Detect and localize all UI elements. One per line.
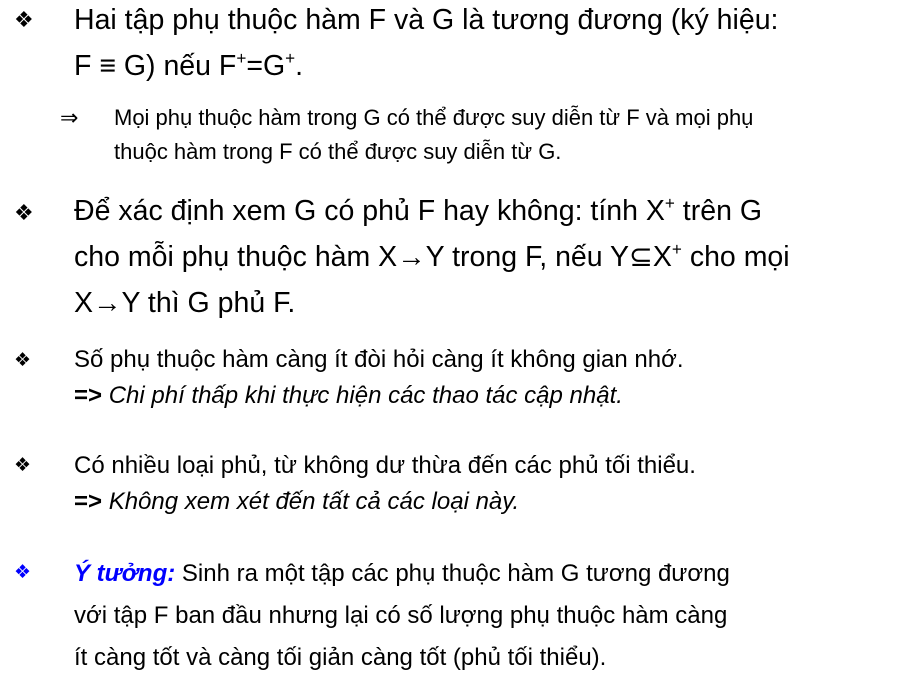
item1-sub-line1: Mọi phụ thuộc hàm trong G có thể được su… — [114, 105, 754, 130]
item1-line2: F ≡ G) nếu F+=G+. — [74, 48, 304, 82]
item1-sub-line2: thuộc hàm trong F có thể được suy diễn t… — [114, 139, 562, 164]
item5-line1: Ý tưởng: Sinh ra một tập các phụ thuộc h… — [74, 560, 730, 587]
item5-text: Ý tưởng: Sinh ra một tập các phụ thuộc h… — [74, 553, 730, 679]
item5-line3: ít càng tốt và càng tối giản càng tốt (p… — [74, 644, 607, 671]
item2-text: Để xác định xem G có phủ F hay không: tí… — [74, 188, 790, 326]
item5-line2: với tập F ban đầu nhưng lại có số lượng … — [74, 602, 728, 629]
four-diamond-icon: ❖ — [14, 201, 34, 226]
implies-arrow-icon: ⇒ — [60, 106, 79, 131]
four-diamond-icon: ❖ — [14, 8, 34, 33]
four-diamond-icon: ❖ — [14, 454, 32, 476]
item2-line3: X→Y thì G phủ F. — [74, 287, 296, 319]
item3-text: Số phụ thuộc hàm càng ít đòi hỏi càng ít… — [74, 342, 684, 414]
item3-line2: => Chi phí thấp khi thực hiện các thao t… — [74, 382, 623, 409]
item3-line1: Số phụ thuộc hàm càng ít đòi hỏi càng ít… — [74, 346, 684, 373]
item4-line2: => Không xem xét đến tất cả các loại này… — [74, 488, 520, 515]
idea-label: Ý tưởng: — [74, 560, 176, 587]
item2-line1: Để xác định xem G có phủ F hay không: tí… — [74, 193, 763, 227]
four-diamond-icon: ❖ — [14, 561, 32, 583]
item1-sub-text: Mọi phụ thuộc hàm trong G có thể được su… — [114, 101, 753, 169]
item4-line1: Có nhiều loại phủ, từ không dư thừa đến … — [74, 452, 696, 479]
item4-text: Có nhiều loại phủ, từ không dư thừa đến … — [74, 448, 696, 520]
item2-line2: cho mỗi phụ thuộc hàm X→Y trong F, nếu Y… — [74, 239, 790, 273]
item1-text: Hai tập phụ thuộc hàm F và G là tương đư… — [74, 0, 778, 89]
four-diamond-icon: ❖ — [14, 349, 32, 371]
item1-line1: Hai tập phụ thuộc hàm F và G là tương đư… — [74, 4, 779, 36]
